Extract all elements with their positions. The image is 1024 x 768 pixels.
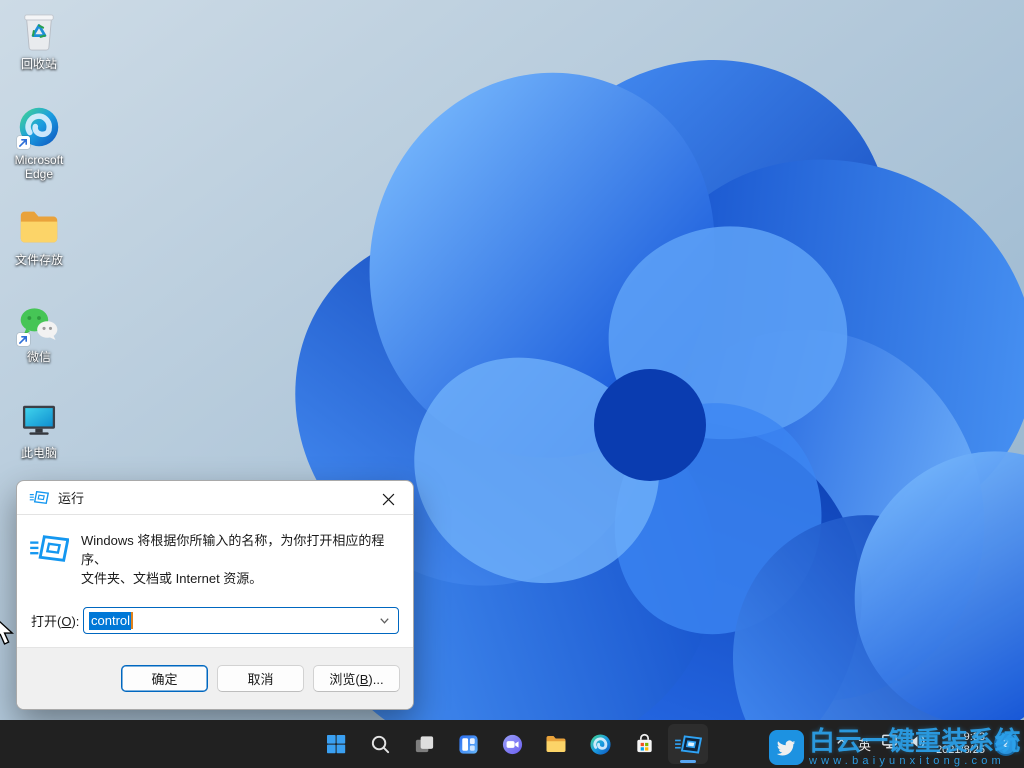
store-button[interactable] — [624, 724, 664, 764]
desktop-icon-list: 回收站 Microsoft Edge 文件存放 — [1, 8, 77, 493]
desktop-icon-label: 此电脑 — [1, 446, 77, 460]
ok-button[interactable]: 确定 — [121, 665, 208, 692]
combo-dropdown-button[interactable] — [378, 614, 391, 630]
desktop-icon-wechat[interactable]: 微信 — [1, 301, 77, 389]
ethernet-network-icon — [880, 732, 899, 751]
run-app-taskbar-button[interactable] — [668, 724, 708, 764]
chat-button[interactable] — [492, 724, 532, 764]
file-explorer-button[interactable] — [536, 724, 576, 764]
task-view-button[interactable] — [404, 724, 444, 764]
volume-button[interactable] — [908, 732, 927, 756]
text-caret — [131, 612, 133, 629]
wechat-icon — [16, 301, 62, 347]
run-dialog-footer: 确定 取消 浏览(B)... — [17, 647, 413, 709]
desktop-icon-this-pc[interactable]: 此电脑 — [1, 397, 77, 485]
start-button[interactable] — [316, 724, 356, 764]
description-line-2: 文件夹、文档或 Internet 资源。 — [81, 569, 399, 588]
chat-icon — [501, 733, 524, 756]
tray-date: 2021/8/25 — [936, 744, 985, 757]
recycle-bin-icon — [16, 8, 62, 54]
run-icon — [674, 734, 702, 755]
widgets-button[interactable] — [448, 724, 488, 764]
run-dialog: 运行 Windows 将根据你所输入的名称，为你打开相应的程序、 文件夹、文档或… — [16, 480, 414, 710]
notification-count-badge[interactable]: 2 — [994, 732, 1018, 756]
edge-button[interactable] — [580, 724, 620, 764]
taskbar: 英 9:33 2021/8/25 2 — [0, 720, 1024, 768]
shortcut-arrow-icon — [17, 333, 30, 346]
search-button[interactable] — [360, 724, 400, 764]
taskbar-center-icons — [316, 720, 708, 768]
widgets-icon — [457, 733, 480, 756]
browse-button[interactable]: 浏览(B)... — [313, 665, 400, 692]
store-icon — [633, 733, 656, 756]
edge-icon — [16, 104, 62, 150]
desktop-icon-label: 回收站 — [1, 57, 77, 71]
chevron-up-icon — [834, 734, 849, 749]
run-dialog-description: Windows 将根据你所输入的名称，为你打开相应的程序、 文件夹、文档或 In… — [71, 531, 399, 588]
shortcut-arrow-icon — [17, 136, 30, 149]
windows-start-icon — [324, 732, 348, 756]
file-explorer-icon — [544, 732, 568, 756]
clock[interactable]: 9:33 2021/8/25 — [936, 731, 985, 757]
open-field-label: 打开(O): — [31, 611, 83, 630]
run-icon-large — [29, 531, 71, 588]
cancel-button[interactable]: 取消 — [217, 665, 304, 692]
selected-input-text: control — [89, 612, 131, 630]
close-icon — [382, 493, 395, 506]
description-line-1: Windows 将根据你所输入的名称，为你打开相应的程序、 — [81, 531, 399, 569]
run-command-input[interactable]: control — [83, 607, 399, 634]
run-dialog-title: 运行 — [58, 488, 84, 507]
ime-indicator[interactable]: 英 — [858, 735, 871, 754]
folder-icon — [16, 204, 62, 250]
desktop-icon-label: 文件存放 — [1, 253, 77, 267]
tray-time: 9:33 — [936, 731, 985, 744]
desktop-icon-label: 微信 — [1, 350, 77, 364]
desktop-icon-recycle-bin[interactable]: 回收站 — [1, 8, 77, 96]
chevron-down-icon — [378, 614, 391, 627]
this-pc-icon — [16, 397, 62, 443]
network-button[interactable] — [880, 732, 899, 756]
task-view-icon — [413, 733, 436, 756]
search-icon — [369, 733, 392, 756]
run-icon — [29, 490, 49, 505]
speaker-icon — [908, 732, 927, 751]
desktop-icon-microsoft-edge[interactable]: Microsoft Edge — [1, 104, 77, 192]
desktop-icon-file-folder[interactable]: 文件存放 — [1, 204, 77, 292]
desktop-icon-label: Microsoft Edge — [1, 153, 77, 181]
edge-icon — [589, 733, 612, 756]
system-tray: 英 9:33 2021/8/25 2 — [834, 720, 1018, 768]
run-dialog-titlebar[interactable]: 运行 — [17, 481, 413, 515]
hidden-icons-chevron[interactable] — [834, 734, 849, 754]
close-button[interactable] — [373, 488, 403, 510]
